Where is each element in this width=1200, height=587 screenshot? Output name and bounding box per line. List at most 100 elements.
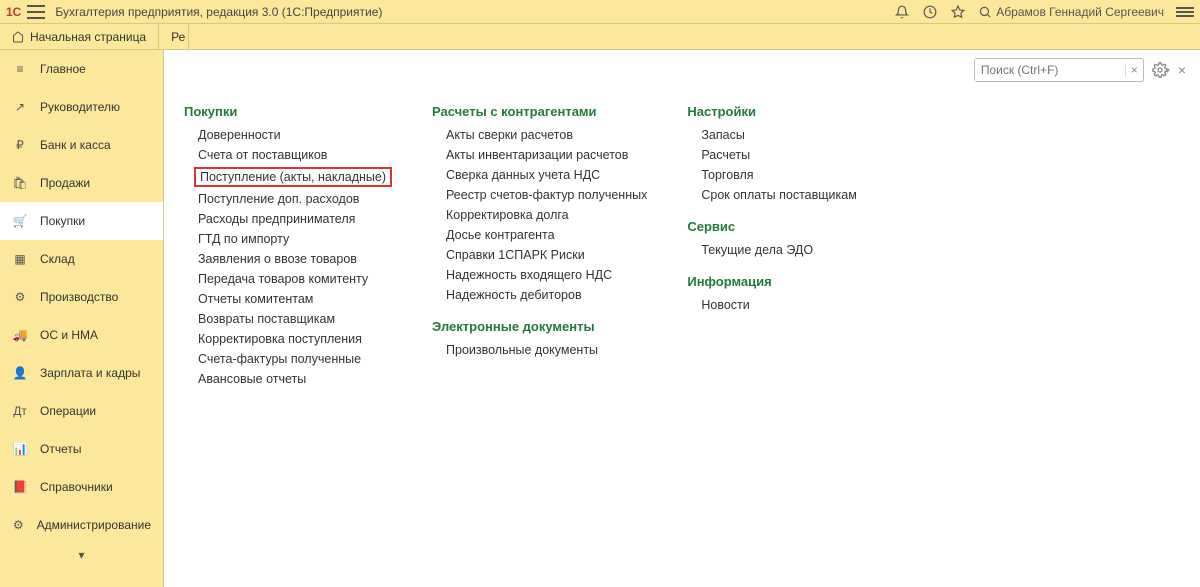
menu-link[interactable]: Произвольные документы: [432, 340, 647, 360]
sidebar-item-7[interactable]: 🚚 ОС и НМА: [0, 316, 163, 354]
menu-link[interactable]: Акты инвентаризации расчетов: [432, 145, 647, 165]
sidebar-item-3[interactable]: 🛍Продажи: [0, 164, 163, 202]
sidebar-item-label: Отчеты: [40, 442, 81, 456]
nav-icon: ₽: [12, 137, 28, 153]
tab-cut-label: Ре: [171, 30, 185, 44]
sidebar-item-10[interactable]: 📊 Отчеты: [0, 430, 163, 468]
menu-link[interactable]: Доверенности: [184, 125, 392, 145]
bell-icon[interactable]: [894, 4, 910, 20]
sidebar-item-5[interactable]: ▦ Склад: [0, 240, 163, 278]
section-info: Информация: [687, 274, 867, 289]
menu-link[interactable]: Торговля: [687, 165, 867, 185]
sidebar-item-label: Производство: [40, 290, 118, 304]
sidebar-item-label: Справочники: [40, 480, 113, 494]
hamburger-icon[interactable]: [27, 5, 45, 19]
sidebar-item-label: Банк и касса: [40, 138, 111, 152]
menu-link[interactable]: Передача товаров комитенту: [184, 269, 392, 289]
nav-icon: 🛒: [12, 213, 28, 229]
sidebar-item-label: Операции: [40, 404, 96, 418]
user-menu[interactable]: Абрамов Геннадий Сергеевич: [978, 5, 1164, 19]
menu-link[interactable]: Сверка данных учета НДС: [432, 165, 647, 185]
section-purchases: Покупки: [184, 104, 392, 119]
gear-icon[interactable]: ▾: [1152, 61, 1170, 79]
sidebar-item-label: Зарплата и кадры: [40, 366, 140, 380]
menu-link[interactable]: Авансовые отчеты: [184, 369, 392, 389]
menu-link[interactable]: Поступление (акты, накладные): [194, 167, 392, 187]
window-title: Бухгалтерия предприятия, редакция 3.0 (1…: [55, 5, 894, 19]
section-service: Сервис: [687, 219, 867, 234]
menu-link[interactable]: Расчеты: [687, 145, 867, 165]
main-panel: × ▾ × Покупки ДоверенностиСчета от поста…: [164, 50, 1200, 587]
menu-link[interactable]: Корректировка долга: [432, 205, 647, 225]
menu-link[interactable]: Акты сверки расчетов: [432, 125, 647, 145]
sidebar-item-label: Склад: [40, 252, 75, 266]
menu-link[interactable]: Надежность входящего НДС: [432, 265, 647, 285]
menu-link[interactable]: Отчеты комитентам: [184, 289, 392, 309]
home-icon: [12, 31, 24, 43]
sidebar-item-2[interactable]: ₽ Банк и касса: [0, 126, 163, 164]
section-edocs: Электронные документы: [432, 319, 647, 334]
menu-link[interactable]: Новости: [687, 295, 867, 315]
menu-link[interactable]: Срок оплаты поставщикам: [687, 185, 867, 205]
search-box[interactable]: ×: [974, 58, 1144, 82]
nav-icon: 🚚: [12, 327, 28, 343]
column-3: Настройки ЗапасыРасчетыТорговляСрок опла…: [687, 96, 867, 389]
sidebar-item-9[interactable]: Дт Операции: [0, 392, 163, 430]
user-name: Абрамов Геннадий Сергеевич: [996, 5, 1164, 19]
sidebar-item-8[interactable]: 👤 Зарплата и кадры: [0, 354, 163, 392]
section-settlements: Расчеты с контрагентами: [432, 104, 647, 119]
menu-link[interactable]: Текущие дела ЭДО: [687, 240, 867, 260]
column-1: Покупки ДоверенностиСчета от поставщиков…: [184, 96, 392, 389]
search-clear-button[interactable]: ×: [1125, 63, 1143, 77]
panel-toolbar: × ▾ ×: [974, 58, 1186, 82]
sidebar-item-label: ОС и НМА: [40, 328, 98, 342]
more-menu-icon[interactable]: [1176, 7, 1194, 17]
topbar-right: Абрамов Геннадий Сергеевич: [894, 4, 1194, 20]
close-panel-button[interactable]: ×: [1178, 62, 1186, 78]
menu-link[interactable]: Справки 1СПАРК Риски: [432, 245, 647, 265]
menu-link[interactable]: Реестр счетов-фактур полученных: [432, 185, 647, 205]
sidebar-scroll-down[interactable]: ▾: [0, 544, 163, 566]
sidebar: ≡Главное ↗ Руководителю ₽ Банк и касса 🛍Прода…: [0, 50, 164, 587]
sidebar-item-label: Администрирование: [37, 518, 151, 532]
sidebar-item-4[interactable]: 🛒 Покупки: [0, 202, 163, 240]
sidebar-item-label: Руководителю: [40, 100, 120, 114]
menu-link[interactable]: Заявления о ввозе товаров: [184, 249, 392, 269]
sidebar-item-6[interactable]: ⚙ Производство: [0, 278, 163, 316]
nav-icon: 👤: [12, 365, 28, 381]
sidebar-item-1[interactable]: ↗ Руководителю: [0, 88, 163, 126]
section-settings: Настройки: [687, 104, 867, 119]
tab-cut[interactable]: Ре: [159, 24, 189, 49]
search-input[interactable]: [975, 59, 1125, 81]
menu-link[interactable]: Корректировка поступления: [184, 329, 392, 349]
nav-icon: ↗: [12, 99, 28, 115]
app-logo: 1С: [6, 5, 21, 19]
menu-link[interactable]: Надежность дебиторов: [432, 285, 647, 305]
tab-home-label: Начальная страница: [30, 30, 146, 44]
sidebar-item-label: Покупки: [40, 214, 85, 228]
tab-home[interactable]: Начальная страница: [0, 24, 159, 49]
layout: ≡Главное ↗ Руководителю ₽ Банк и касса 🛍Прода…: [0, 50, 1200, 587]
star-icon[interactable]: [950, 4, 966, 20]
menu-link[interactable]: Досье контрагента: [432, 225, 647, 245]
menu-link[interactable]: ГТД по импорту: [184, 229, 392, 249]
topbar: 1С Бухгалтерия предприятия, редакция 3.0…: [0, 0, 1200, 24]
nav-icon: ⚙: [12, 289, 28, 305]
menu-link[interactable]: Запасы: [687, 125, 867, 145]
nav-icon: 📊: [12, 441, 28, 457]
menu-link[interactable]: Поступление доп. расходов: [184, 189, 392, 209]
nav-icon: Дт: [12, 403, 28, 419]
menu-link[interactable]: Расходы предпринимателя: [184, 209, 392, 229]
sidebar-item-12[interactable]: ⚙ Администрирование: [0, 506, 163, 544]
sidebar-item-0[interactable]: ≡Главное: [0, 50, 163, 88]
menu-link[interactable]: Возвраты поставщикам: [184, 309, 392, 329]
menu-link[interactable]: Счета-фактуры полученные: [184, 349, 392, 369]
menu-link[interactable]: Счета от поставщиков: [184, 145, 392, 165]
nav-icon: ▦: [12, 251, 28, 267]
nav-icon: 📕: [12, 479, 28, 495]
nav-icon: ⚙: [12, 517, 25, 533]
history-icon[interactable]: [922, 4, 938, 20]
nav-icon: 🛍: [12, 175, 28, 191]
tabbar: Начальная страница Ре: [0, 24, 1200, 50]
sidebar-item-11[interactable]: 📕 Справочники: [0, 468, 163, 506]
